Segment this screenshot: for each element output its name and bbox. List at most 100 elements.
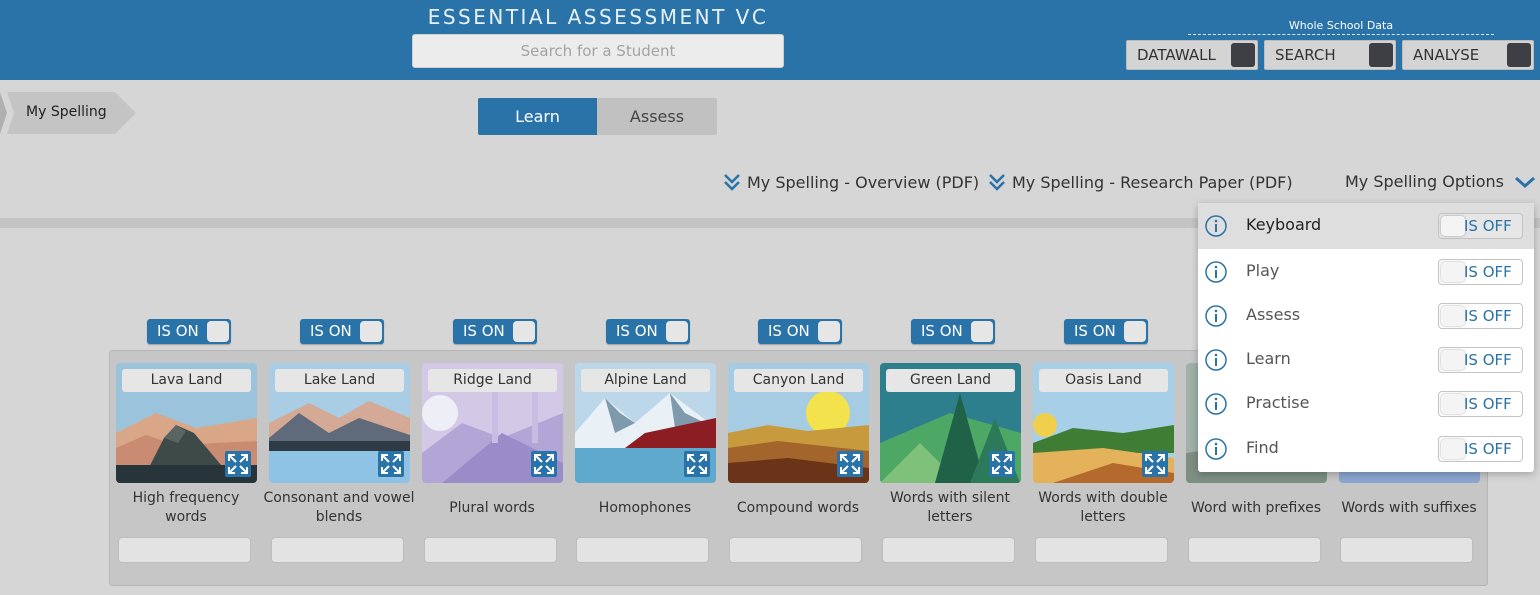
expand-icon[interactable] <box>531 451 557 477</box>
option-label: Learn <box>1246 349 1291 368</box>
expand-icon[interactable] <box>837 451 863 477</box>
land-caption: Words with silent letters <box>890 490 1010 525</box>
land-toggle-ridge[interactable]: IS ON <box>453 319 537 344</box>
toggle-label: IS ON <box>157 322 199 340</box>
land-name: Canyon Land <box>734 369 863 392</box>
toggle-label: IS ON <box>768 322 810 340</box>
learn-toggle[interactable]: IS OFF <box>1438 347 1523 373</box>
option-row-learn: Learn IS OFF <box>1198 337 1534 381</box>
search-button[interactable]: SEARCH <box>1264 40 1396 70</box>
land-toggle-green[interactable]: IS ON <box>911 319 995 344</box>
option-row-play: Play IS OFF <box>1198 249 1534 293</box>
toggle-label: IS ON <box>616 322 658 340</box>
info-icon[interactable] <box>1204 392 1228 416</box>
progress-pill <box>1340 537 1473 563</box>
land-name: Ridge Land <box>428 369 557 392</box>
info-icon[interactable] <box>1204 304 1228 328</box>
toggle-label: IS ON <box>1074 322 1116 340</box>
progress-pill <box>1035 537 1168 563</box>
land-toggle-alpine[interactable]: IS ON <box>606 319 690 344</box>
student-search-input[interactable] <box>412 34 784 68</box>
expand-icon[interactable] <box>225 451 251 477</box>
land-card-green[interactable]: Green Land <box>880 363 1021 483</box>
toggle-knob <box>818 321 840 342</box>
toggle-knob <box>1441 262 1465 282</box>
double-chevron-down-icon <box>724 174 740 191</box>
breadcrumb-label: My Spelling <box>26 104 107 120</box>
option-label: Assess <box>1246 305 1301 324</box>
land-card-oasis[interactable]: Oasis Land <box>1033 363 1174 483</box>
toggle-knob <box>1441 216 1465 236</box>
progress-pill <box>271 537 404 563</box>
toggle-label: IS ON <box>310 322 352 340</box>
tab-learn[interactable]: Learn <box>478 98 597 135</box>
toggle-knob <box>971 321 993 342</box>
land-caption: Words with suffixes <box>1341 499 1477 516</box>
land-caption: Plural words <box>449 499 535 516</box>
toggle-state: IS OFF <box>1464 307 1512 325</box>
toggle-knob <box>1441 350 1465 370</box>
land-card-alpine[interactable]: Alpine Land <box>575 363 716 483</box>
analyse-button[interactable]: ANALYSE <box>1402 40 1534 70</box>
expand-icon[interactable] <box>378 451 404 477</box>
research-pdf-label: My Spelling - Research Paper (PDF) <box>1012 172 1293 192</box>
app-title: ESSENTIAL ASSESSMENT VC <box>427 5 769 29</box>
land-caption: Compound words <box>736 499 860 516</box>
toggle-knob <box>207 321 229 342</box>
option-label: Find <box>1246 438 1279 457</box>
land-toggle-oasis[interactable]: IS ON <box>1064 319 1148 344</box>
land-card-ridge[interactable]: Ridge Land <box>422 363 563 483</box>
analyse-label: ANALYSE <box>1413 46 1480 64</box>
option-label: Practise <box>1246 393 1310 412</box>
land-name: Lake Land <box>275 369 404 392</box>
datawall-button[interactable]: DATAWALL <box>1126 40 1258 70</box>
info-icon[interactable] <box>1204 214 1228 238</box>
expand-icon[interactable] <box>989 451 1015 477</box>
breadcrumb[interactable]: My Spelling <box>0 92 136 134</box>
overview-pdf-link[interactable]: My Spelling - Overview (PDF) <box>723 172 979 192</box>
land-card-canyon[interactable]: Canyon Land <box>728 363 869 483</box>
land-card-lava[interactable]: Lava Land <box>116 363 257 483</box>
toggle-knob <box>1124 321 1146 342</box>
toggle-state: IS OFF <box>1464 217 1512 235</box>
assess-toggle[interactable]: IS OFF <box>1438 303 1523 329</box>
land-toggle-canyon[interactable]: IS ON <box>758 319 842 344</box>
expand-icon[interactable] <box>684 451 710 477</box>
practise-toggle[interactable]: IS OFF <box>1438 391 1523 417</box>
land-card-lake[interactable]: Lake Land <box>269 363 410 483</box>
option-row-keyboard: Keyboard IS OFF <box>1198 203 1534 249</box>
toggle-state: IS OFF <box>1464 395 1512 413</box>
option-row-find: Find IS OFF <box>1198 426 1534 470</box>
find-toggle[interactable]: IS OFF <box>1438 436 1523 462</box>
search-label: SEARCH <box>1275 46 1336 64</box>
info-icon[interactable] <box>1204 348 1228 372</box>
tab-assess[interactable]: Assess <box>597 98 717 135</box>
land-caption: Homophones <box>598 499 692 516</box>
option-row-assess: Assess IS OFF <box>1198 293 1534 337</box>
option-label: Play <box>1246 261 1280 280</box>
info-icon[interactable] <box>1204 260 1228 284</box>
land-name: Lava Land <box>122 369 251 392</box>
mode-tabs: Learn Assess <box>478 98 717 135</box>
info-icon[interactable] <box>1204 437 1228 461</box>
toggle-state: IS OFF <box>1464 440 1512 458</box>
land-name: Oasis Land <box>1039 369 1168 392</box>
keyboard-toggle[interactable]: IS OFF <box>1438 213 1523 239</box>
play-toggle[interactable]: IS OFF <box>1438 259 1523 285</box>
expand-icon[interactable] <box>1142 451 1168 477</box>
spelling-options-toggle[interactable]: My Spelling Options <box>1345 172 1536 191</box>
toggle-knob <box>1441 394 1465 414</box>
toggle-state: IS OFF <box>1464 263 1512 281</box>
overview-pdf-label: My Spelling - Overview (PDF) <box>747 172 980 192</box>
option-label: Keyboard <box>1246 215 1322 234</box>
datawall-label: DATAWALL <box>1137 46 1216 64</box>
toggle-knob <box>513 321 535 342</box>
spelling-options-label: My Spelling Options <box>1345 172 1504 191</box>
land-toggle-lava[interactable]: IS ON <box>147 319 231 344</box>
toggle-label: IS ON <box>463 322 505 340</box>
toggle-knob <box>1441 439 1465 459</box>
toggle-state: IS OFF <box>1464 351 1512 369</box>
land-toggle-lake[interactable]: IS ON <box>300 319 384 344</box>
research-pdf-link[interactable]: My Spelling - Research Paper (PDF) <box>988 172 1293 192</box>
land-name: Green Land <box>886 369 1015 392</box>
